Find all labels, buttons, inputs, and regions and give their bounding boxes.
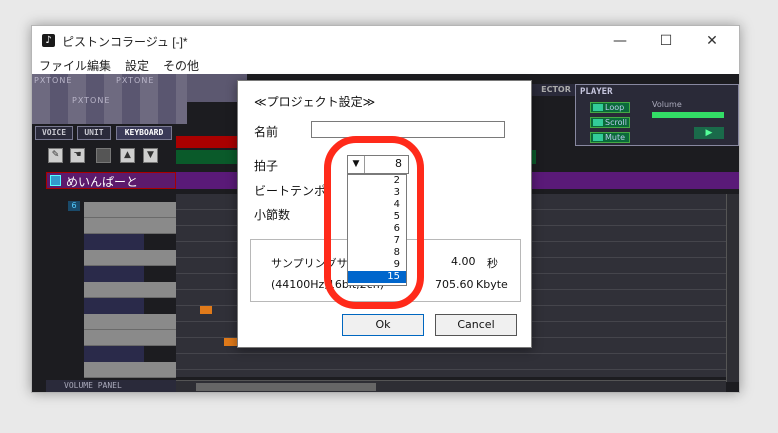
size-kbyte-unit: Kbyte (476, 278, 508, 291)
minimize-button[interactable]: — (597, 26, 643, 56)
play-icon[interactable]: ▶ (694, 127, 724, 139)
player-panel: PLAYER Loop Scroll Mute Volume ▶ (575, 84, 739, 146)
app-icon: ♪ (42, 34, 55, 47)
logo-text: PXTONE (116, 76, 155, 85)
maximize-button[interactable]: ☐ (643, 26, 689, 56)
menu-bar: ファイル 編集 設定 その他 (32, 56, 739, 74)
pencil-icon[interactable]: ✎ (48, 148, 63, 163)
octave-label: 6 (68, 201, 80, 211)
menu-settings[interactable]: 設定 (125, 57, 149, 74)
unit-row[interactable]: めいんぱーと (46, 172, 176, 189)
menu-file[interactable]: ファイル (39, 57, 87, 74)
ok-button[interactable]: Ok (342, 314, 424, 336)
piano-keyboard[interactable] (84, 202, 176, 378)
loop-button[interactable]: Loop (590, 102, 630, 113)
piano-key[interactable] (84, 282, 176, 298)
size-seconds-value: 4.00 (451, 255, 476, 268)
logo-text: PXTONE (34, 76, 73, 85)
unit-name: めいんぱーと (66, 175, 139, 189)
unit-icon (50, 175, 61, 186)
beat-tempo-label: ビートテンポ (254, 184, 327, 198)
horizontal-scroll-thumb[interactable] (196, 383, 376, 391)
horizontal-scrollbar[interactable] (176, 380, 726, 392)
piano-key[interactable] (84, 346, 144, 362)
pxtone-banner: PXTONE PXTONE PXTONE (32, 74, 187, 124)
close-button[interactable]: ✕ (689, 26, 735, 56)
piano-key[interactable] (84, 298, 144, 314)
cancel-button[interactable]: Cancel (435, 314, 517, 336)
scroll-led-icon (593, 119, 603, 126)
hand-icon[interactable]: ☚ (70, 148, 85, 163)
vertical-scrollbar[interactable] (726, 194, 739, 382)
logo-text: PXTONE (72, 96, 111, 105)
piano-key[interactable] (84, 234, 144, 250)
piano-key[interactable] (84, 362, 176, 378)
tab-voice[interactable]: VOICE (35, 126, 73, 140)
player-title: PLAYER (580, 87, 613, 97)
size-kbyte-value: 705.60 (435, 278, 474, 291)
piano-key[interactable] (84, 218, 176, 234)
arrow-up-icon[interactable]: ▲ (120, 148, 135, 163)
selector-label: ECTOR (532, 84, 580, 96)
piano-key[interactable] (84, 266, 144, 282)
mute-button[interactable]: Mute (590, 132, 630, 143)
name-field[interactable] (311, 121, 505, 138)
scroll-button[interactable]: Scroll (590, 117, 630, 128)
piano-key[interactable] (84, 250, 176, 266)
piano-key[interactable] (84, 314, 176, 330)
tab-keyboard[interactable]: KEYBOARD (116, 126, 172, 140)
name-label: 名前 (254, 125, 279, 139)
note-block[interactable] (200, 306, 212, 314)
arrow-down-icon[interactable]: ▼ (143, 148, 158, 163)
red-highlight-marker (324, 136, 424, 309)
volume-slider[interactable] (652, 112, 724, 118)
volume-label: Volume (652, 100, 682, 109)
volume-panel-toggle[interactable]: VOLUME PANEL (46, 380, 176, 392)
beat-label: 拍子 (254, 159, 279, 173)
menu-edit[interactable]: 編集 (87, 57, 111, 74)
mute-led-icon (593, 134, 603, 141)
size-seconds-unit: 秒 (487, 257, 498, 270)
piano-key[interactable] (84, 202, 176, 218)
dialog-title: ≪プロジェクト設定≫ (254, 95, 376, 109)
title-bar[interactable]: ♪ ピストンコラージュ [-]* — ☐ ✕ (32, 26, 739, 56)
note-block[interactable] (224, 338, 238, 346)
measures-label: 小節数 (254, 208, 291, 222)
menu-other[interactable]: その他 (163, 57, 199, 74)
tab-unit[interactable]: UNIT (77, 126, 111, 140)
loop-led-icon (593, 104, 603, 111)
blank-tool-button[interactable] (96, 148, 111, 163)
window-title: ピストンコラージュ [-]* (62, 35, 188, 49)
piano-key[interactable] (84, 330, 176, 346)
